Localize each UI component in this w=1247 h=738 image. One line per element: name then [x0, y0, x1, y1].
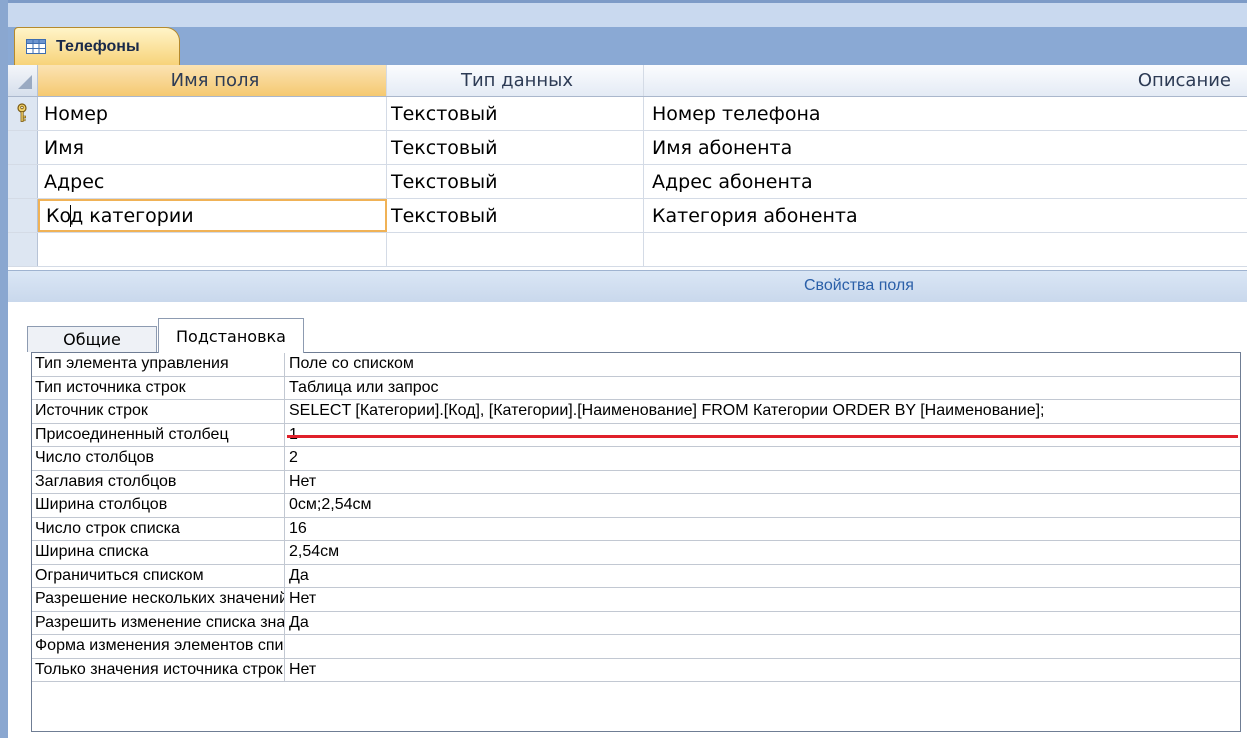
property-row[interactable]: Ширина списка 2,54см: [32, 541, 1240, 565]
field-name-text-after-caret: д категории: [70, 204, 194, 227]
row-selector[interactable]: [8, 199, 38, 232]
property-value[interactable]: Нет: [285, 659, 1240, 682]
data-type-cell[interactable]: Текстовый: [387, 97, 644, 130]
header-field-name[interactable]: Имя поля: [38, 65, 387, 96]
property-row[interactable]: Ширина столбцов 0см;2,54см: [32, 494, 1240, 518]
data-type-cell[interactable]: [387, 233, 644, 266]
table-row-active[interactable]: Ко д категории Текстовый Категория абонен…: [8, 199, 1247, 233]
property-value[interactable]: [285, 635, 1240, 658]
property-row[interactable]: Только значения источника строк Нет: [32, 658, 1240, 682]
description-cell[interactable]: [644, 233, 1247, 266]
property-label: Разрешение нескольких значений: [32, 588, 285, 611]
data-type-cell[interactable]: Текстовый: [387, 165, 644, 198]
property-label: Ширина столбцов: [32, 494, 285, 517]
property-row[interactable]: Число столбцов 2: [32, 447, 1240, 471]
property-row[interactable]: Форма изменения элементов списка: [32, 635, 1240, 659]
table-icon: [26, 39, 46, 54]
header-data-type[interactable]: Тип данных: [387, 65, 644, 96]
property-row[interactable]: Заглавия столбцов Нет: [32, 470, 1240, 494]
table-row[interactable]: Адрес Текстовый Адрес абонента: [8, 165, 1247, 199]
property-value-row-source[interactable]: SELECT [Категории].[Код], [Категории].[Н…: [285, 400, 1240, 423]
property-label: Форма изменения элементов списка: [32, 635, 285, 658]
field-name-cell[interactable]: [38, 233, 387, 266]
field-name-cell[interactable]: Номер: [38, 97, 387, 130]
data-type-cell[interactable]: Текстовый: [387, 199, 644, 232]
property-row[interactable]: Тип элемента управления Поле со списком: [32, 353, 1240, 377]
description-cell[interactable]: Номер телефона: [644, 97, 1247, 130]
table-row[interactable]: Имя Текстовый Имя абонента: [8, 131, 1247, 165]
property-value[interactable]: 0см;2,54см: [285, 494, 1240, 517]
field-name-text-before-caret: Ко: [46, 204, 72, 227]
window-left-frame: [0, 0, 8, 738]
property-label: Ширина списка: [32, 541, 285, 564]
row-selector[interactable]: [8, 233, 38, 266]
field-properties-bar: Свойства поля: [8, 270, 1247, 302]
field-name-cell[interactable]: Имя: [38, 131, 387, 164]
document-tab-telefony[interactable]: Телефоны: [14, 27, 180, 65]
table-row[interactable]: Номер Текстовый Номер телефона: [8, 97, 1247, 131]
corner-triangle-icon: [18, 75, 32, 89]
row-selector[interactable]: [8, 131, 38, 164]
row-selector[interactable]: [8, 165, 38, 198]
property-value[interactable]: Нет: [285, 471, 1240, 494]
property-label: Только значения источника строк: [32, 658, 285, 681]
property-label: Тип элемента управления: [32, 353, 285, 376]
header-description[interactable]: Описание: [644, 65, 1247, 96]
property-row[interactable]: Разрешить изменение списка значений Да: [32, 611, 1240, 635]
property-row[interactable]: Тип источника строк Таблица или запрос: [32, 376, 1240, 400]
select-all-corner[interactable]: [8, 65, 38, 96]
property-row[interactable]: Число строк списка 16: [32, 517, 1240, 541]
property-value[interactable]: Да: [285, 612, 1240, 635]
property-value[interactable]: Да: [285, 565, 1240, 588]
tab-lookup[interactable]: Подстановка: [158, 318, 304, 353]
row-selector[interactable]: [8, 97, 38, 130]
property-row[interactable]: Ограничиться списком Да: [32, 564, 1240, 588]
property-label: Число столбцов: [32, 447, 285, 470]
description-cell[interactable]: Категория абонента: [644, 199, 1247, 232]
grid-header-row: Имя поля Тип данных Описание: [8, 65, 1247, 97]
field-properties-title: Свойства поля: [804, 277, 914, 294]
property-label: Присоединенный столбец: [32, 423, 285, 446]
property-value[interactable]: Нет: [285, 588, 1240, 611]
row-source-red-underline: [287, 435, 1238, 438]
document-tab-strip: [8, 27, 1247, 65]
property-row[interactable]: Разрешение нескольких значений Нет: [32, 588, 1240, 612]
properties-table: Тип элемента управления Поле со списком …: [31, 352, 1241, 732]
description-cell[interactable]: Адрес абонента: [644, 165, 1247, 198]
field-name-cell[interactable]: Адрес: [38, 165, 387, 198]
property-value[interactable]: 2: [285, 447, 1240, 470]
property-label: Число строк списка: [32, 517, 285, 540]
tab-general[interactable]: Общие: [27, 326, 157, 352]
property-row[interactable]: Источник строк SELECT [Категории].[Код],…: [32, 400, 1240, 424]
property-value[interactable]: Поле со списком: [285, 353, 1240, 376]
window-top-frame: [0, 0, 1247, 30]
property-label: Тип источника строк: [32, 376, 285, 399]
field-name-cell-editing[interactable]: Ко д категории: [38, 199, 387, 232]
property-value[interactable]: 2,54см: [285, 541, 1240, 564]
property-label: Источник строк: [32, 400, 285, 423]
property-value[interactable]: Таблица или запрос: [285, 377, 1240, 400]
property-value[interactable]: 16: [285, 518, 1240, 541]
table-row-empty[interactable]: [8, 233, 1247, 267]
property-label: Заглавия столбцов: [32, 470, 285, 493]
description-cell[interactable]: Имя абонента: [644, 131, 1247, 164]
table-design-grid: Имя поля Тип данных Описание Номер Текст…: [8, 65, 1247, 270]
primary-key-icon: [17, 103, 27, 122]
document-tab-title: Телефоны: [56, 37, 140, 55]
property-label: Разрешить изменение списка значений: [32, 611, 285, 634]
property-label: Ограничиться списком: [32, 564, 285, 587]
data-type-cell[interactable]: Текстовый: [387, 131, 644, 164]
